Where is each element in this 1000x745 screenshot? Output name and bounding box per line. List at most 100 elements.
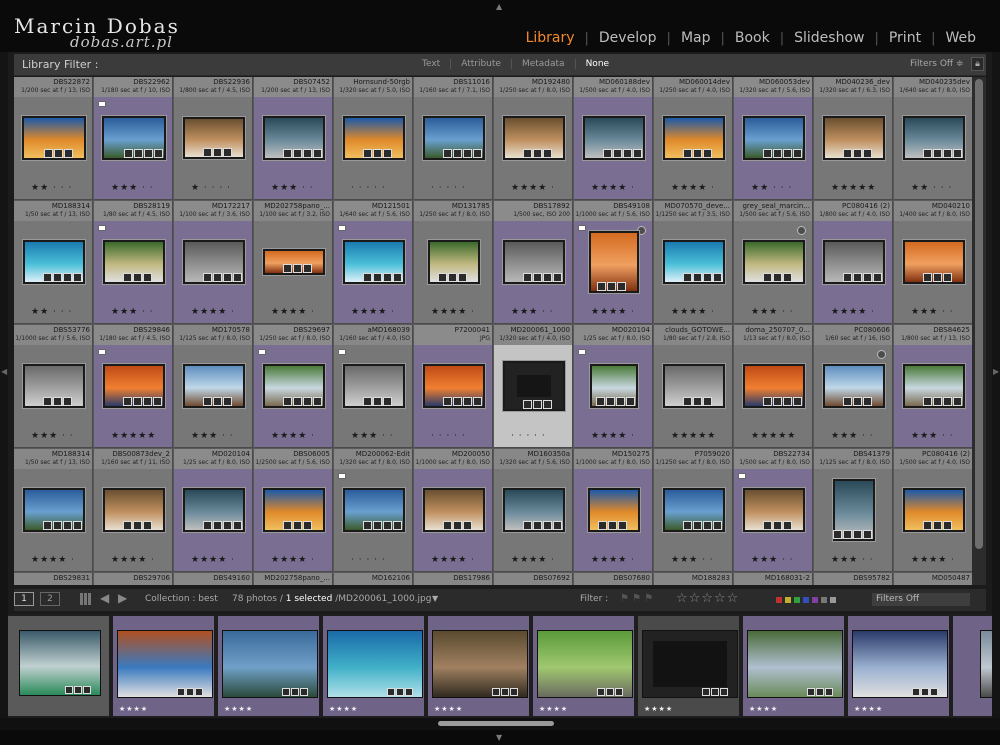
grid-cell[interactable]: doma_250707_0... 1/13 sec at f / 8.0, ISO… [734,325,813,448]
filmstrip-cell[interactable]: ★★★★ [848,616,951,716]
bottom-panel-edge[interactable]: ▼ [0,730,1000,745]
grid-cell[interactable]: MD202758pano_... [254,573,333,585]
grid-cell[interactable]: P7059020 1/1250 sec at f / 8.0, ISO ★★★ · … [654,449,733,572]
top-panel-toggle-icon[interactable]: ▲ [496,2,502,11]
filter-option-none[interactable]: None [576,59,619,69]
grid-cell[interactable]: DBS22872 1/200 sec at f / 13, ISO ★★ · · · [14,77,93,200]
grid-cell[interactable]: DBS95782 [814,573,893,585]
grid-cell[interactable]: MD188314 1/50 sec at f / 13, ISO ★★★★ · [14,449,93,572]
forward-arrow-icon[interactable]: ▶ [118,591,127,605]
grid-cell[interactable]: MD050487 [894,573,972,585]
pick-flag-icon[interactable] [578,349,586,355]
grid-cell[interactable]: MD060014dev 1/250 sec at f / 4.0, ISO ★★★★… [654,77,733,200]
grid-cell[interactable]: MD121501 1/640 sec at f / 5.6, ISO ★★★★ · [334,201,413,324]
grid-cell[interactable]: MD202758pano_... 1/100 sec at f / 3.2, IS… [254,201,333,324]
star-rating[interactable]: · · · · · [414,183,492,193]
grid-cell[interactable]: DBS22962 1/180 sec at f / 10, ISO ★★★ · · [94,77,173,200]
grid-cell[interactable]: DBS29697 1/250 sec at f / 8.0, ISO ★★★★ · [254,325,333,448]
grid-scrollbar[interactable] [972,77,986,585]
grid-cell[interactable]: MD170578 1/125 sec at f / 8.0, ISO ★★★ · · [174,325,253,448]
grid-cell[interactable]: DBS29846 1/180 sec at f / 4.5, ISO ★★★★★ [94,325,173,448]
left-panel-edge[interactable]: ◀ [0,52,8,742]
star-filter[interactable]: ☆☆☆☆☆ [676,591,739,606]
star-rating[interactable]: ★★★ · · [14,431,92,441]
color-label-green[interactable] [794,597,800,603]
grid-cell[interactable]: aMD168039 1/160 sec at f / 4.0, ISO ★★★ · … [334,325,413,448]
pick-flag-icon[interactable] [98,225,106,231]
star-rating[interactable]: ★★★★ · [334,307,412,317]
module-slideshow[interactable]: Slideshow [784,30,874,46]
grid-cell[interactable]: DBS53776 1/1000 sec at f / 5.6, ISO ★★★ · … [14,325,93,448]
grid-cell[interactable]: MD040210 1/400 sec at f / 8.0, ISO ★★★ · · [894,201,972,324]
star-rating[interactable]: ★★★★ · [894,555,972,565]
star-rating[interactable]: ★★★★ · [174,307,252,317]
grid-cell[interactable]: DBS06005 1/2500 sec at f / 5.6, ISO ★★★★ · [254,449,333,572]
grid-cell[interactable]: grey_seal_marcin... 1/500 sec at f / 5.6,… [734,201,813,324]
grid-cell[interactable]: MD200062-Edit 1/320 sec at f / 8.0, ISO · … [334,449,413,572]
flag-filter-icons[interactable]: ⚑ ⚑ ⚑ [620,593,653,604]
star-rating[interactable]: ★★★★★ [94,431,172,441]
grid-cell[interactable]: P7200041 JPG · · · · · [414,325,493,448]
grid-cell[interactable]: MD040235dev 1/640 sec at f / 8.0, ISO ★★ ·… [894,77,972,200]
grid-cell[interactable]: DBS28119 1/80 sec at f / 4.5, ISO ★★★ · · [94,201,173,324]
filter-option-attribute[interactable]: Attribute [451,59,512,69]
filter-option-text[interactable]: Text [412,59,452,69]
grid-cell[interactable]: MD040236_dev 1/320 sec at f / 6.3, ISO ★★★… [814,77,893,200]
grid-cell[interactable]: MD020104 1/25 sec at f / 8.0, ISO ★★★★ · [574,325,653,448]
collection-source[interactable]: Collection : best [145,594,218,604]
filmstrip-cell[interactable]: ★★★★ [533,616,636,716]
star-rating[interactable]: ★★★ · · [734,307,812,317]
star-rating[interactable]: ★★ · · · [14,307,92,317]
selection-info[interactable]: 78 photos / 1 selected /MD200061_1000.jp… [232,594,431,604]
star-rating[interactable]: ★★★★ · [254,555,332,565]
color-label-other[interactable] [830,597,836,603]
grid-cell[interactable]: DBS07680 [574,573,653,585]
filter-preset-dropdown[interactable]: Filters Off [872,593,970,606]
grid-view-icon[interactable] [80,593,92,605]
star-rating[interactable]: ★★★★★ [734,431,812,441]
star-rating[interactable]: · · · · · [414,431,492,441]
grid-cell[interactable]: MD150275 1/1000 sec at f / 8.0, ISO ★★★★ · [574,449,653,572]
star-rating[interactable]: ★★★★ · [414,555,492,565]
scrollbar-thumb[interactable] [975,79,983,549]
star-rating[interactable]: ★★★★★ [654,431,732,441]
color-label-yellow[interactable] [785,597,791,603]
grid-cell[interactable]: Hornsund-50rgb 1/320 sec at f / 5.0, ISO ·… [334,77,413,200]
star-rating[interactable]: ★★★★ · [574,431,652,441]
main-window-button[interactable]: 1 [14,592,34,606]
star-rating[interactable]: ★★★ · · [654,555,732,565]
grid-cell[interactable]: DBS49108 1/1000 sec at f / 5.6, ISO ★★★★ · [574,201,653,324]
star-rating[interactable]: ★★★★ · [574,555,652,565]
pick-flag-icon[interactable] [338,225,346,231]
star-rating[interactable]: ★★ · · · [734,183,812,193]
star-rating[interactable]: ★★ · · · [894,183,972,193]
star-rating[interactable]: ★★★ · · [174,431,252,441]
grid-cell[interactable]: DBS22734 1/500 sec at f / 8.0, ISO ★★★ · · [734,449,813,572]
filmstrip-cell[interactable]: ★★★★ [113,616,216,716]
star-rating[interactable]: ★★★ · · [814,431,892,441]
grid-cell[interactable]: MD131785 1/250 sec at f / 8.0, ISO ★★★★ · [414,201,493,324]
grid-cell[interactable]: MD200061_1000 1/320 sec at f / 4.0, ISO · … [494,325,573,448]
grid-cell[interactable]: DBS22936 1/800 sec at f / 4.5, ISO ★ · · ·… [174,77,253,200]
star-rating[interactable]: ★★★ · · [894,431,972,441]
star-rating[interactable]: ★★ · · · [14,183,92,193]
module-map[interactable]: Map [671,30,721,46]
star-rating[interactable]: ★★★★★ [814,183,892,193]
grid-cell[interactable]: DBS29831 [14,573,93,585]
star-rating[interactable]: ★★★ · · [254,183,332,193]
star-rating[interactable]: ★★★★ · [94,555,172,565]
star-rating[interactable]: ★★★★ · [414,307,492,317]
pick-flag-icon[interactable] [98,349,106,355]
grid-cell[interactable]: MD200050 1/1000 sec at f / 8.0, ISO ★★★★ · [414,449,493,572]
filmstrip-cell[interactable] [8,616,111,716]
second-window-button[interactable]: 2 [40,592,60,606]
grid-cell[interactable]: DBS84625 1/800 sec at f / 13, ISO ★★★ · · [894,325,972,448]
pick-flag-icon[interactable] [578,225,586,231]
filmstrip-scroll-thumb[interactable] [438,721,554,726]
color-label-other[interactable] [821,597,827,603]
back-arrow-icon[interactable]: ◀ [100,591,109,605]
star-rating[interactable]: · · · · · [334,555,412,565]
star-rating[interactable]: ★★★ · · [814,555,892,565]
star-rating[interactable]: ★★★★ · [574,307,652,317]
grid-cell[interactable]: clouds_GOTOWE... 1/80 sec at f / 2.8, ISO… [654,325,733,448]
